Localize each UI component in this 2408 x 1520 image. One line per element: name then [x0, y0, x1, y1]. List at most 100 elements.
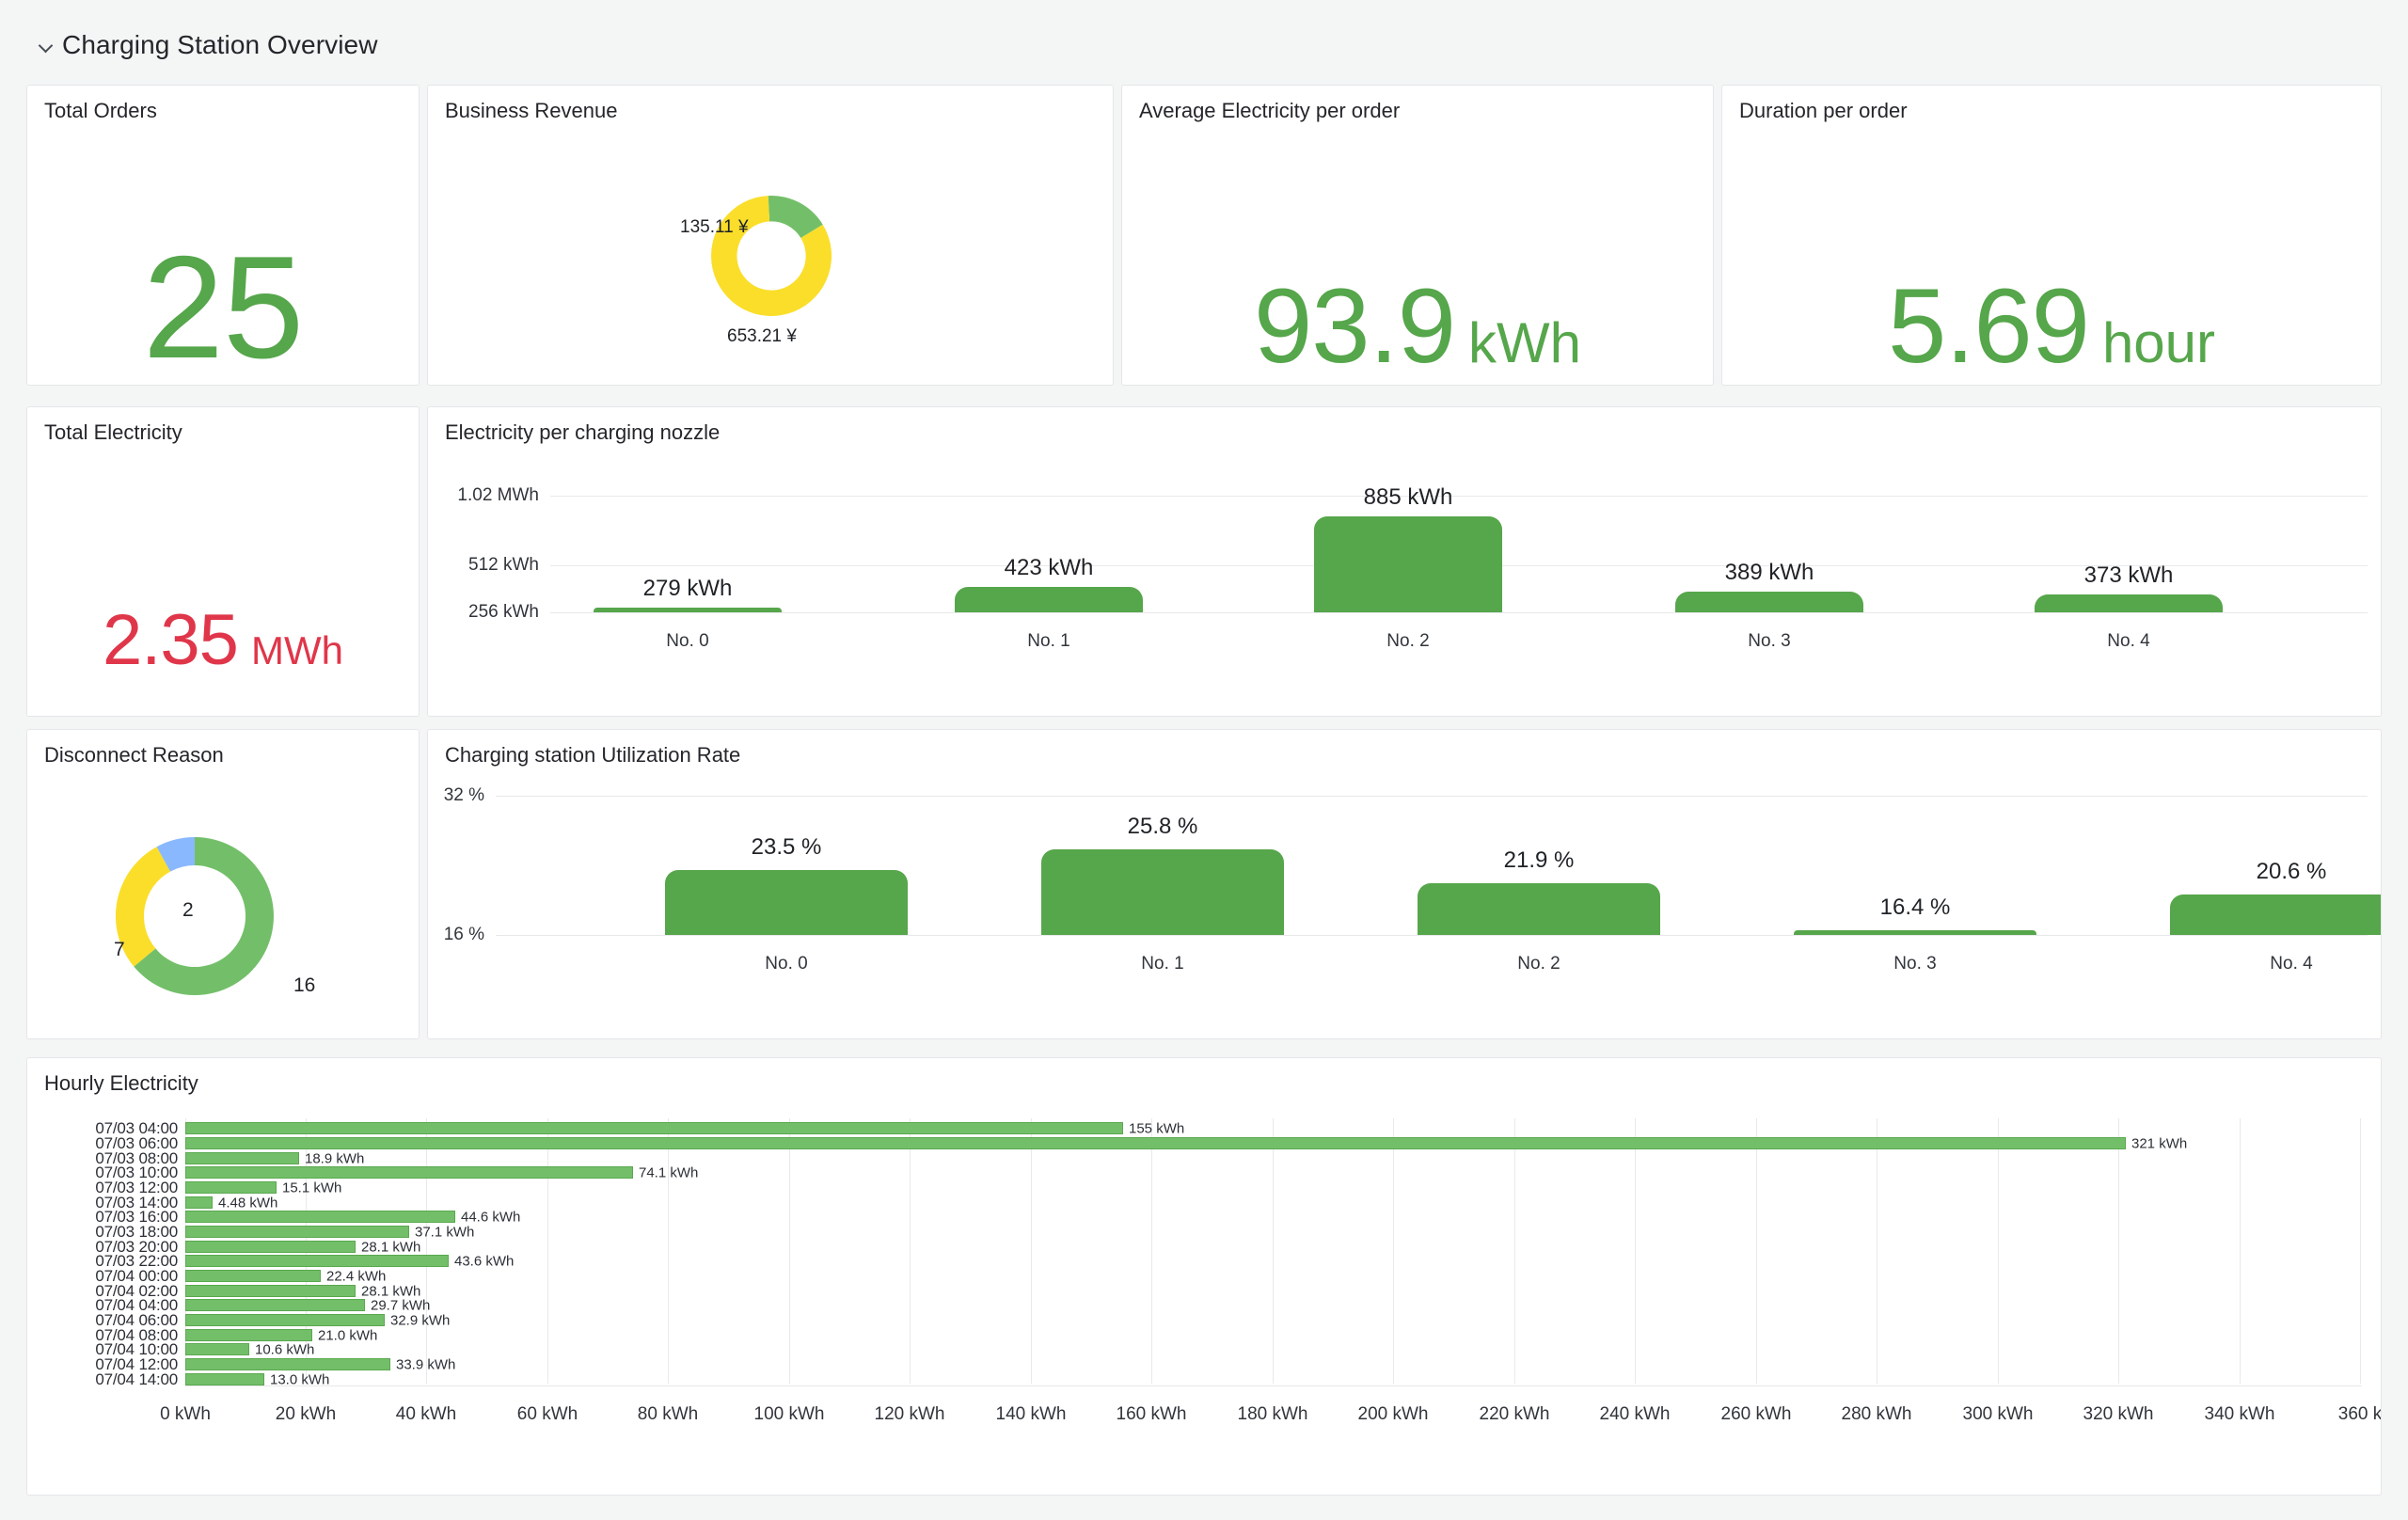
bar-value-label: 20.6 % [2256, 859, 2327, 884]
hourly-bar[interactable] [185, 1343, 249, 1355]
bar-category-label: No. 2 [1517, 954, 1560, 974]
stat-duration-per-order: 5.69 hour [1722, 274, 2381, 379]
xtick-label: 160 kWh [1116, 1404, 1187, 1424]
donut-label-yellow: 7 [114, 939, 125, 960]
electricity-per-nozzle-chart[interactable]: 1.02 MWh 512 kWh 256 kWh 279 kWh No. 0 4… [428, 460, 2381, 716]
gridline [1393, 1118, 1394, 1384]
bar-category-label: No. 2 [1386, 631, 1430, 651]
ytick-label: 16 % [443, 925, 484, 944]
business-revenue-donut-chart[interactable] [703, 187, 840, 325]
hourly-bar[interactable] [185, 1196, 213, 1209]
bar-category-label: No. 0 [666, 631, 709, 651]
xtick-label: 240 kWh [1599, 1404, 1671, 1424]
hourly-bar[interactable] [185, 1285, 356, 1297]
gridline [547, 1118, 548, 1384]
bar-no-3[interactable] [1794, 930, 2036, 935]
panel-total-orders[interactable]: Total Orders 25 [26, 85, 420, 386]
hourly-bar[interactable] [185, 1241, 356, 1253]
hourly-bar-value: 18.9 kWh [305, 1150, 365, 1167]
panel-electricity-per-charging-nozzle[interactable]: Electricity per charging nozzle 1.02 MWh… [427, 406, 2382, 717]
panel-title-duration-per-order: Duration per order [1739, 99, 1908, 122]
hourly-bar[interactable] [185, 1211, 455, 1223]
bar-value-label: 16.4 % [1879, 895, 1951, 920]
hourly-bar[interactable] [185, 1299, 365, 1311]
row-title: Charging Station Overview [62, 30, 378, 59]
panel-business-revenue[interactable]: Business Revenue 135.11 ¥ 653.21 ¥ [427, 85, 1114, 386]
stat-unit: kWh [1467, 311, 1581, 374]
hourly-bar-value: 37.1 kWh [415, 1224, 475, 1241]
bar-value-label: 25.8 % [1127, 814, 1198, 839]
panel-duration-per-order[interactable]: Duration per order 5.69 hour [1721, 85, 2382, 386]
bar-no-4[interactable] [2170, 895, 2381, 935]
xtick-label: 340 kWh [2204, 1404, 2275, 1424]
chevron-down-icon[interactable] [38, 37, 55, 54]
panel-title-average-electricity: Average Electricity per order [1139, 99, 1401, 122]
gridline [910, 1118, 911, 1384]
stat-value: 5.69 [1887, 267, 2090, 385]
dashboard-row-header[interactable]: Charging Station Overview [38, 30, 378, 60]
bar-value-label: 885 kWh [1363, 484, 1453, 510]
hourly-bar[interactable] [185, 1255, 449, 1267]
hourly-bar-value: 28.1 kWh [361, 1239, 421, 1256]
xtick-label: 120 kWh [874, 1404, 945, 1424]
ytick-label: 512 kWh [468, 555, 539, 575]
bar-no-4[interactable] [2035, 594, 2223, 612]
bar-value-label: 279 kWh [642, 576, 733, 601]
hourly-bar[interactable] [185, 1329, 312, 1341]
donut-label-revenue-yellow: 653.21 ¥ [727, 326, 797, 346]
bar-no-3[interactable] [1675, 592, 1863, 612]
panel-hourly-electricity[interactable]: Hourly Electricity 07/03 04:00 155 kWh 0… [26, 1057, 2382, 1496]
hourly-bar[interactable] [185, 1152, 299, 1164]
hourly-bar[interactable] [185, 1166, 633, 1179]
hourly-bar[interactable] [185, 1226, 409, 1238]
bar-no-2[interactable] [1314, 516, 1502, 612]
gridline [1273, 1118, 1274, 1384]
panel-average-electricity-per-order[interactable]: Average Electricity per order 93.9 kWh [1121, 85, 1714, 386]
xtick-label: 280 kWh [1841, 1404, 1912, 1424]
bar-no-1[interactable] [1041, 849, 1284, 935]
panel-title-utilization-rate: Charging station Utilization Rate [445, 743, 741, 767]
gridline [668, 1118, 669, 1384]
gridline [1756, 1118, 1757, 1384]
bar-no-2[interactable] [1418, 883, 1660, 935]
panel-title-total-electricity: Total Electricity [44, 420, 182, 444]
hourly-bar-value: 32.9 kWh [390, 1312, 451, 1329]
bar-no-1[interactable] [955, 587, 1143, 612]
donut-label-green: 16 [293, 974, 316, 996]
xtick-label: 20 kWh [275, 1404, 337, 1424]
hourly-bar[interactable] [185, 1122, 1123, 1134]
gridline [1635, 1118, 1636, 1384]
hourly-bar[interactable] [185, 1137, 2126, 1149]
donut-svg [711, 196, 832, 316]
bar-category-label: No. 3 [1893, 954, 1937, 974]
hourly-bar-value: 15.1 kWh [282, 1180, 342, 1196]
donut-label-blue: 2 [182, 899, 194, 921]
bar-value-label: 423 kWh [1004, 555, 1094, 580]
hourly-bar[interactable] [185, 1358, 390, 1370]
hourly-bar-value: 10.6 kWh [255, 1341, 315, 1358]
xtick-label: 100 kWh [753, 1404, 825, 1424]
utilization-rate-chart[interactable]: 32 % 16 % 23.5 % No. 0 25.8 % No. 1 21.9… [428, 783, 2381, 1038]
stat-value: 2.35 [103, 600, 239, 680]
bar-no-0[interactable] [594, 608, 782, 612]
panel-title-business-revenue: Business Revenue [445, 99, 618, 122]
xtick-label: 140 kWh [995, 1404, 1067, 1424]
gridline [2118, 1118, 2119, 1384]
hourly-bar[interactable] [185, 1314, 385, 1326]
xtick-label: 180 kWh [1237, 1404, 1308, 1424]
disconnect-reason-donut-chart[interactable] [101, 822, 289, 1010]
hourly-electricity-chart[interactable]: 07/03 04:00 155 kWh 07/03 06:00 321 kWh … [27, 1105, 2381, 1495]
hourly-bar[interactable] [185, 1373, 264, 1385]
xtick-label: 80 kWh [637, 1404, 699, 1424]
hourly-bar[interactable] [185, 1181, 277, 1194]
panel-title-electricity-per-nozzle: Electricity per charging nozzle [445, 420, 721, 444]
gridline [789, 1118, 790, 1384]
bar-value-label: 389 kWh [1724, 560, 1814, 585]
donut-label-revenue-green: 135.11 ¥ [680, 217, 749, 237]
bar-no-0[interactable] [665, 870, 908, 935]
panel-charging-station-utilization-rate[interactable]: Charging station Utilization Rate 32 % 1… [427, 729, 2382, 1039]
panel-disconnect-reason[interactable]: Disconnect Reason 2 7 16 [26, 729, 420, 1039]
hourly-bar[interactable] [185, 1270, 321, 1282]
panel-total-electricity[interactable]: Total Electricity 2.35 MWh [26, 406, 420, 717]
panel-title-hourly-electricity: Hourly Electricity [44, 1071, 198, 1095]
